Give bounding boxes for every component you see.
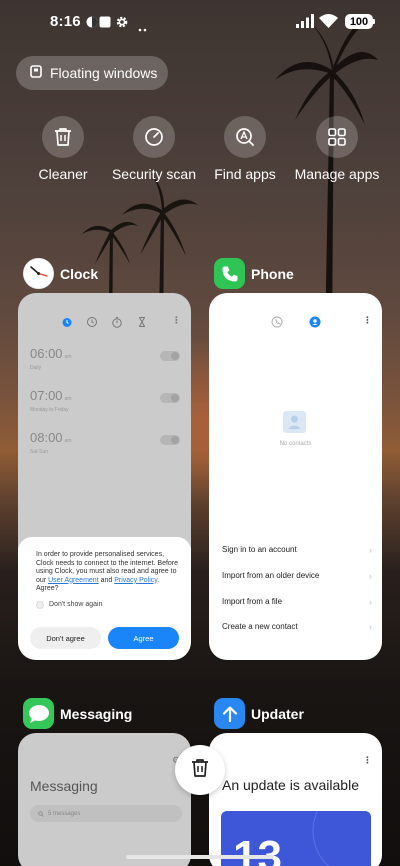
option-label: Import from an older device [222, 571, 320, 580]
find-apps-label: Find apps [214, 166, 276, 182]
alarm-toggle[interactable] [160, 393, 180, 403]
chevron-right-icon: › [369, 571, 372, 581]
grid-icon [316, 116, 358, 158]
alarm-ampm: am [64, 396, 72, 402]
alarm-time: 07:00 [30, 388, 63, 403]
alarm-repeat: Monday to Friday [30, 407, 69, 413]
option-label: Create a new contact [222, 622, 298, 631]
more-notifications-icon [138, 19, 148, 37]
updater-app-card[interactable]: ⋮ An update is available 13 [209, 733, 382, 866]
alarm-row[interactable]: 08:00 am Sat-Sun [30, 429, 180, 459]
dont-show-label: Don't show again [49, 601, 103, 608]
trash-icon [191, 758, 209, 783]
search-placeholder: 5 messages [48, 810, 81, 817]
updater-more-icon: ⋮ [363, 755, 372, 765]
battery-indicator: 100 [345, 14, 373, 29]
status-time: 8:16 [50, 13, 81, 30]
cleaner-label: Cleaner [38, 166, 88, 182]
messaging-app-name: Messaging [60, 705, 133, 722]
empty-contacts-icon [283, 411, 306, 433]
security-scan-label: Security scan [111, 166, 197, 182]
manage-apps-button[interactable]: Manage apps [292, 116, 382, 183]
user-agreement-link[interactable]: User Agreement [48, 577, 99, 584]
clock-app-header[interactable]: Clock [23, 258, 98, 289]
settings-gear-icon [116, 15, 128, 33]
battery-tip [373, 19, 375, 24]
phone-app-header[interactable]: Phone [214, 258, 294, 289]
clock-app-card[interactable]: ⋮ 06:00 am Daily 07:00 am Monday to Friday… [18, 293, 191, 660]
alarm-toggle[interactable] [160, 435, 180, 445]
timer-tab-icon [136, 315, 148, 333]
phone-app-name: Phone [251, 265, 294, 282]
phone-app-icon [214, 258, 245, 289]
clock-app-icon [23, 258, 54, 289]
updater-app-name: Updater [251, 705, 304, 722]
dont-agree-button[interactable]: Don't agree [30, 627, 101, 649]
dialog-text-and: and [98, 576, 115, 584]
world-clock-tab-icon [86, 315, 98, 333]
privacy-dialog: In order to provide personalised service… [18, 537, 191, 660]
notification-app-icon [86, 15, 98, 33]
status-bar: 8:16 100 [0, 0, 400, 44]
stopwatch-tab-icon [111, 315, 123, 333]
clock-app-name: Clock [60, 265, 99, 282]
chevron-right-icon: › [369, 622, 372, 632]
dont-show-again-option[interactable]: Don't show again [36, 600, 179, 609]
updater-app-header[interactable]: Updater [214, 698, 304, 729]
sign-in-option[interactable]: Sign in to an account › [222, 545, 372, 555]
messaging-app-header[interactable]: Messaging [23, 698, 132, 729]
search-apps-icon [224, 116, 266, 158]
alarm-time: 08:00 [30, 430, 63, 445]
alarm-time: 06:00 [30, 346, 63, 361]
updater-app-icon [214, 698, 245, 729]
create-contact-option[interactable]: Create a new contact › [222, 622, 372, 632]
search-icon [38, 810, 44, 817]
shield-check-icon [133, 116, 175, 158]
alarm-tab-icon [61, 315, 73, 333]
home-indicator[interactable] [126, 855, 274, 859]
alarm-toggle[interactable] [160, 351, 180, 361]
wifi-icon [319, 14, 338, 33]
messaging-app-icon [23, 698, 54, 729]
dialog-message: In order to provide personalised service… [36, 551, 179, 594]
find-apps-button[interactable]: Find apps [200, 116, 290, 183]
alarm-repeat: Sat-Sun [30, 449, 49, 455]
option-label: Sign in to an account [222, 545, 297, 554]
alarm-repeat: Daily [30, 365, 42, 371]
chevron-right-icon: › [369, 597, 372, 607]
cleaner-button[interactable]: Cleaner [18, 116, 108, 183]
contacts-tab-icon [309, 315, 321, 333]
agree-button[interactable]: Agree [108, 627, 179, 649]
alarm-ampm: am [64, 354, 72, 360]
messaging-app-card[interactable]: ⚙ Messaging 5 messages [18, 733, 191, 866]
messaging-search-bar[interactable]: 5 messages [30, 805, 182, 822]
import-file-option[interactable]: Import from a file › [222, 597, 372, 607]
recents-tab-icon [271, 315, 283, 333]
floating-windows-label: Floating windows [50, 65, 158, 81]
alarm-ampm: am [64, 438, 72, 444]
clock-more-icon: ⋮ [172, 315, 181, 325]
chevron-right-icon: › [369, 545, 372, 555]
alarm-row[interactable]: 06:00 am Daily [30, 345, 180, 375]
manage-apps-label: Manage apps [294, 166, 380, 182]
option-label: Import from a file [222, 597, 283, 606]
alarm-row[interactable]: 07:00 am Monday to Friday [30, 387, 180, 417]
phone-app-card[interactable]: ⋮ No contacts Sign in to an account › Imp… [209, 293, 382, 660]
clear-all-button[interactable] [175, 745, 225, 795]
update-available-title: An update is available [222, 777, 359, 793]
trash-icon [42, 116, 84, 158]
floating-windows-button[interactable]: Floating windows [16, 56, 168, 90]
no-contacts-text: No contacts [279, 441, 312, 447]
dont-show-checkbox[interactable] [36, 600, 44, 609]
phone-more-icon: ⋮ [363, 315, 372, 325]
import-older-device-option[interactable]: Import from an older device › [222, 571, 372, 581]
messaging-title: Messaging [30, 778, 98, 794]
security-scan-button[interactable]: Security scan [109, 116, 199, 183]
privacy-policy-link[interactable]: Privacy Policy [114, 577, 157, 584]
floating-window-icon [30, 65, 42, 81]
notification-square-icon [99, 15, 111, 33]
version-number: 13 [233, 832, 282, 866]
signal-icon [296, 14, 314, 33]
